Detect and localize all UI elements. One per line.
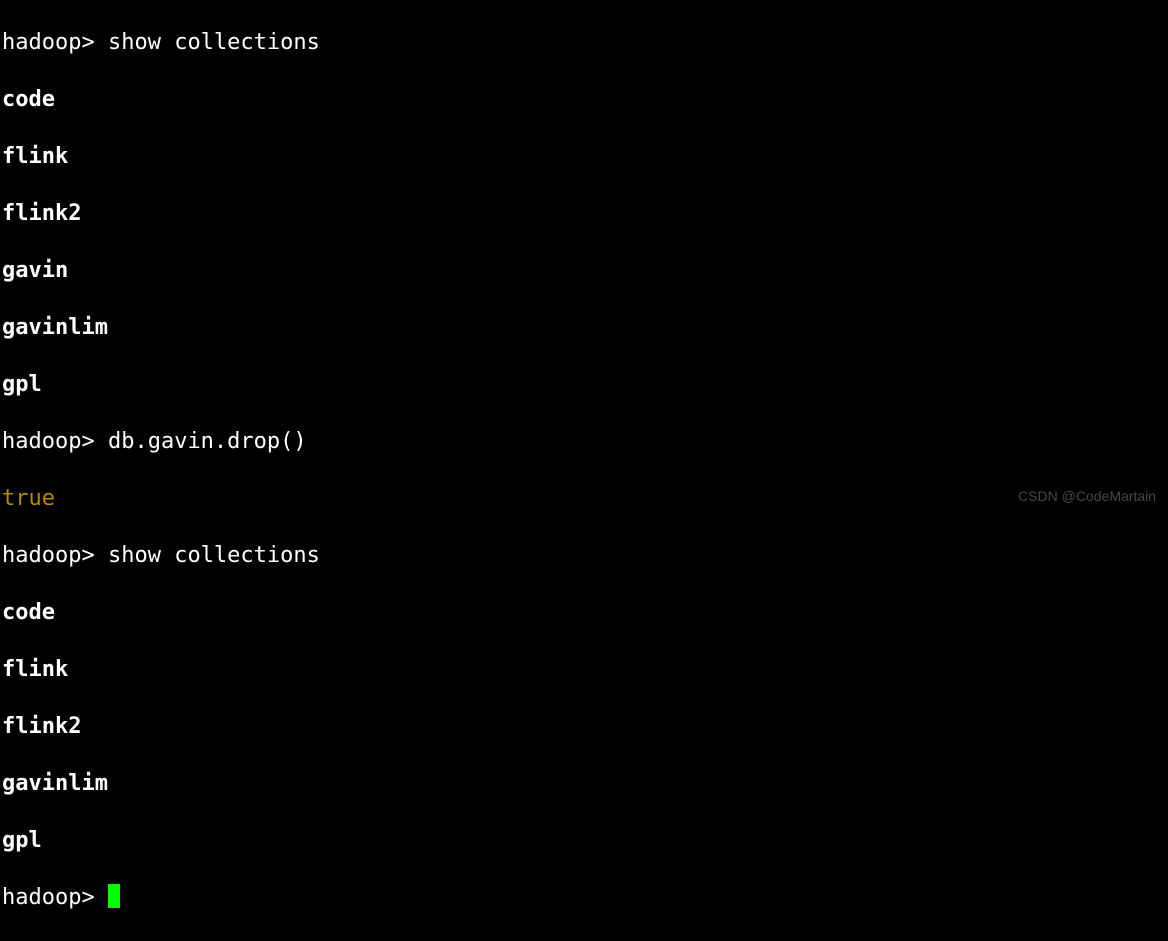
watermark-text: CSDN @CodeMartain (1018, 482, 1156, 511)
drop-result: true (2, 485, 1168, 514)
collection-item: gpl (2, 371, 1168, 400)
prompt: hadoop> (2, 543, 95, 568)
collection-item: flink2 (2, 713, 1168, 742)
cursor-icon (108, 884, 120, 908)
command-line-3: hadoop> show collections (2, 542, 1168, 571)
collection-item: code (2, 599, 1168, 628)
collection-item: gavin (2, 257, 1168, 286)
collection-item: gavinlim (2, 770, 1168, 799)
collection-item: gavinlim (2, 314, 1168, 343)
prompt: hadoop> (2, 30, 95, 55)
collection-item: flink2 (2, 200, 1168, 229)
command-line-1: hadoop> show collections (2, 29, 1168, 58)
terminal-output[interactable]: hadoop> show collections code flink flin… (2, 0, 1168, 941)
collection-item: flink (2, 656, 1168, 685)
command-text: show collections (108, 30, 320, 55)
collection-item: flink (2, 143, 1168, 172)
prompt: hadoop> (2, 885, 95, 910)
collection-item: gpl (2, 827, 1168, 856)
command-text: show collections (108, 543, 320, 568)
command-line-2: hadoop> db.gavin.drop() (2, 428, 1168, 457)
active-prompt-line[interactable]: hadoop> (2, 884, 1168, 913)
prompt: hadoop> (2, 429, 95, 454)
collection-item: code (2, 86, 1168, 115)
command-text: db.gavin.drop() (108, 429, 307, 454)
